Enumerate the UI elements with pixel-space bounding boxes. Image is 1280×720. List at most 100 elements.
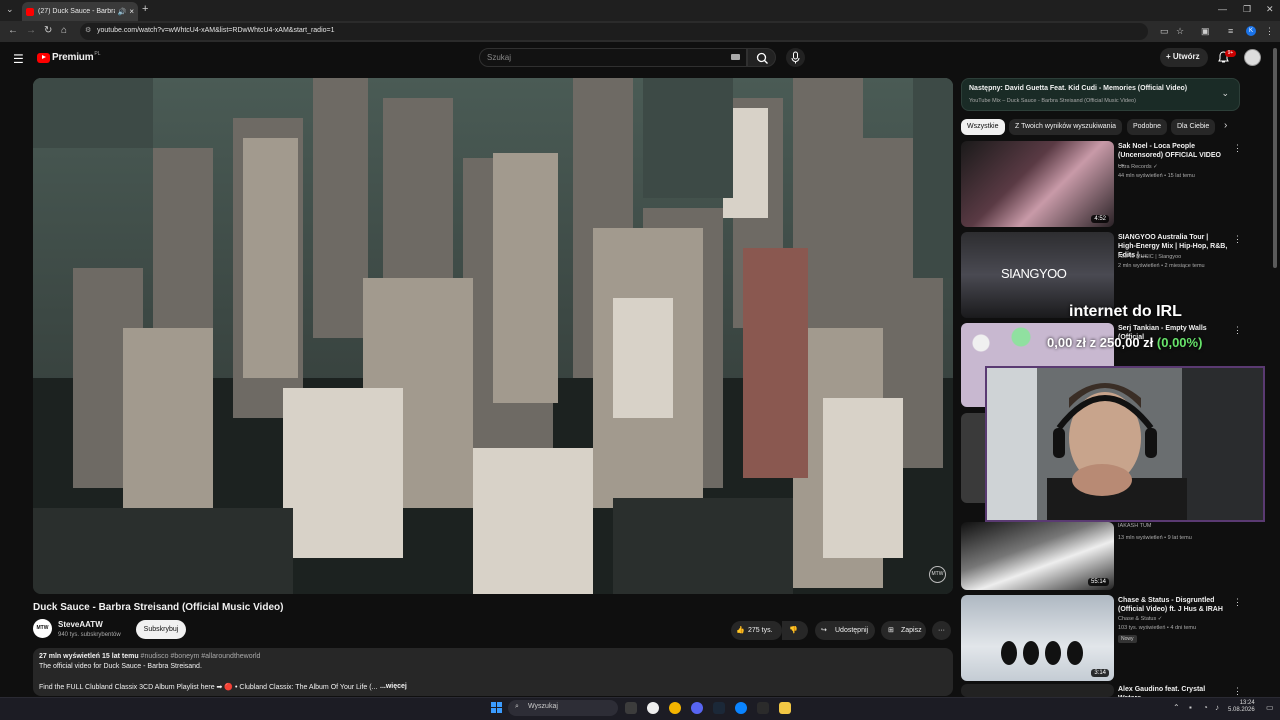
- chip-from-searches[interactable]: Z Twoich wyników wyszukiwania: [1009, 119, 1123, 135]
- goal-separator: z: [1089, 335, 1097, 350]
- more-dots-icon: ···: [938, 627, 945, 634]
- description-line-1: The official video for Duck Sauce - Barb…: [39, 663, 202, 670]
- subscribe-button[interactable]: Subskrybuj: [136, 620, 186, 639]
- keyboard-icon[interactable]: [731, 54, 740, 60]
- tray-chevron-icon[interactable]: ⌃: [1173, 703, 1180, 712]
- notification-center-icon[interactable]: ▭: [1266, 703, 1274, 712]
- taskbar-app-icon[interactable]: [735, 702, 747, 714]
- like-button[interactable]: 👍 275 tys.: [731, 621, 783, 640]
- save-icon: ⊞: [888, 627, 894, 634]
- browser-tab[interactable]: (27) Duck Sauce - Barbra St 🔊 ×: [22, 2, 138, 21]
- thumbnail-figures: [1001, 641, 1083, 665]
- share-arrow-icon: ↪: [821, 627, 827, 634]
- youtube-premium-logo[interactable]: Premium PL: [37, 51, 101, 63]
- site-info-icon[interactable]: ⚙: [85, 26, 91, 34]
- channel-avatar[interactable]: MTW: [33, 619, 52, 638]
- rec-thumbnail[interactable]: 3:14: [961, 595, 1114, 681]
- file-explorer-icon[interactable]: [779, 702, 791, 714]
- bookmark-star-icon[interactable]: ☆: [1176, 26, 1184, 37]
- profile-avatar[interactable]: K: [1246, 26, 1256, 36]
- sidebar-icon[interactable]: ≡: [1228, 26, 1233, 36]
- rec-meta: 103 tys. wyświetleń • 4 dni temu: [1118, 625, 1197, 631]
- close-window-icon[interactable]: ✕: [1266, 4, 1274, 15]
- create-button[interactable]: + Utwórz: [1160, 48, 1208, 67]
- chip-related[interactable]: Podobne: [1127, 119, 1168, 135]
- up-next-panel[interactable]: Następny: David Guetta Feat. Kid Cudi - …: [961, 78, 1240, 111]
- windows-start-icon[interactable]: [491, 702, 502, 713]
- volume-icon[interactable]: ♪: [1215, 703, 1219, 712]
- rec-thumbnail[interactable]: 4:52: [961, 141, 1114, 227]
- new-tab-icon[interactable]: +: [142, 3, 148, 15]
- tray-app-icon[interactable]: ▪: [1189, 703, 1192, 712]
- microphone-icon: [791, 51, 800, 64]
- save-button[interactable]: ⊞ Zapisz: [881, 621, 926, 640]
- stream-overlay-title: internet do IRL: [1069, 303, 1182, 320]
- channel-watermark[interactable]: MTW: [929, 566, 946, 583]
- show-more-link[interactable]: ...więcej: [380, 683, 407, 690]
- home-icon[interactable]: ⌂: [61, 25, 67, 36]
- video-frame: [33, 78, 953, 594]
- more-options-icon[interactable]: ⋮: [1233, 143, 1242, 154]
- thumbs-up-icon: 👍: [736, 627, 745, 634]
- rec-channel: IAKASH TUM: [1118, 523, 1152, 529]
- rec-meta: 44 mln wyświetleń • 15 lat temu: [1118, 173, 1195, 179]
- taskbar-app-icon[interactable]: [757, 702, 769, 714]
- hashtags[interactable]: #nudisco #boneym #allaroundtheworld: [141, 653, 261, 660]
- steam-icon[interactable]: [713, 702, 725, 714]
- more-actions-button[interactable]: ···: [932, 621, 951, 640]
- description-line-2: Find the FULL Clubland Classix 3CD Album…: [39, 684, 378, 691]
- dislike-button[interactable]: 👎: [782, 621, 808, 640]
- tab-search-icon[interactable]: ⌄: [6, 4, 14, 15]
- more-options-icon[interactable]: ⋮: [1233, 597, 1242, 608]
- rec-thumbnail[interactable]: [961, 684, 1114, 697]
- reload-icon[interactable]: ↻: [44, 25, 52, 36]
- share-button[interactable]: ↪ Udostępnij: [815, 621, 875, 640]
- user-avatar[interactable]: [1244, 49, 1261, 66]
- extensions-icon[interactable]: ▣: [1201, 26, 1210, 37]
- windows-taskbar: [0, 697, 1280, 720]
- taskbar-app-icon[interactable]: [625, 702, 637, 714]
- notification-count-badge: 9+: [1225, 50, 1236, 57]
- goal-target: 250,00 zł: [1099, 335, 1154, 350]
- taskbar-clock[interactable]: 13:24 5.08.2026: [1228, 700, 1255, 714]
- discord-icon[interactable]: [691, 702, 703, 714]
- taskbar-search[interactable]: ⌕ Wyszukaj: [508, 700, 618, 716]
- channel-name[interactable]: SteveAATW: [58, 620, 103, 629]
- rec-thumbnail[interactable]: 55:14: [961, 522, 1114, 590]
- chip-all[interactable]: Wszystkie: [961, 119, 1005, 135]
- rec-item[interactable]: 4:52 Sak Noel - Loca People (Uncensored)…: [961, 141, 1261, 227]
- minimize-icon[interactable]: —: [1218, 4, 1227, 14]
- save-label: Zapisz: [901, 627, 922, 634]
- voice-search-button[interactable]: [786, 48, 805, 67]
- search-button[interactable]: [747, 48, 776, 67]
- chevron-down-icon[interactable]: ⌄: [1221, 88, 1229, 99]
- chip-for-you[interactable]: Dla Ciebie: [1171, 119, 1216, 135]
- hamburger-menu-icon[interactable]: ☰: [13, 52, 24, 66]
- more-options-icon[interactable]: ⋮: [1233, 234, 1242, 245]
- rec-meta: 13 mln wyświetleń • 9 lat temu: [1118, 535, 1192, 541]
- page-scrollbar[interactable]: [1273, 48, 1277, 268]
- rec-item[interactable]: 55:14 IAKASH TUM 13 mln wyświetleń • 9 l…: [961, 522, 1261, 592]
- plus-icon: +: [1166, 52, 1173, 61]
- cast-icon[interactable]: ▭: [1160, 26, 1169, 37]
- tab-close-icon[interactable]: ×: [129, 7, 134, 16]
- network-icon[interactable]: ◔: [1203, 703, 1208, 712]
- more-options-icon[interactable]: ⋮: [1233, 686, 1242, 697]
- search-input[interactable]: Szukaj: [479, 48, 747, 67]
- back-icon[interactable]: ←: [8, 25, 18, 36]
- taskbar-app-icon[interactable]: [647, 702, 659, 714]
- browser-menu-icon[interactable]: ⋮: [1265, 26, 1274, 37]
- rec-meta: 2 mln wyświetleń • 2 miesiące temu: [1118, 263, 1205, 269]
- search-icon: [756, 52, 768, 64]
- address-bar[interactable]: ⚙ youtube.com/watch?v=wWhtcU4-xAM&list=R…: [80, 23, 1148, 40]
- more-options-icon[interactable]: ⋮: [1233, 325, 1242, 336]
- video-player[interactable]: [33, 78, 953, 594]
- speaker-icon[interactable]: 🔊: [118, 8, 127, 16]
- video-title: Duck Sauce - Barbra Streisand (Official …: [33, 602, 284, 613]
- rec-item[interactable]: Alex Gaudino feat. Crystal Waters - ⋮: [961, 684, 1261, 697]
- chrome-icon[interactable]: [669, 702, 681, 714]
- forward-icon[interactable]: →: [26, 25, 36, 36]
- maximize-icon[interactable]: ❐: [1243, 4, 1251, 15]
- chevron-right-icon[interactable]: ›: [1224, 120, 1227, 131]
- rec-item[interactable]: 3:14 Chase & Status - Disgruntled (Offic…: [961, 595, 1261, 681]
